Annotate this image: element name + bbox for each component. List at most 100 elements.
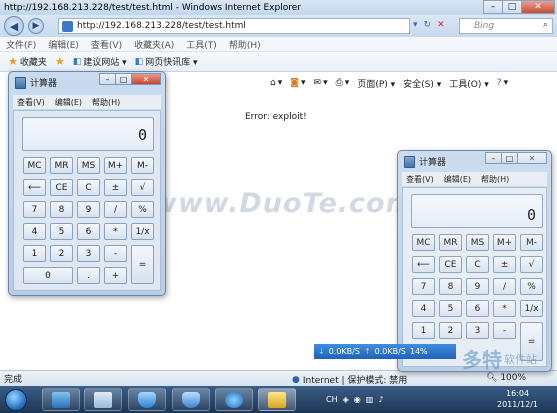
calc-key[interactable]: √	[520, 256, 543, 273]
calc-key[interactable]: 3	[466, 322, 489, 339]
calc-key[interactable]: 8	[50, 201, 73, 218]
calc-key[interactable]: C	[466, 256, 489, 273]
calc-menu-help[interactable]: 帮助(H)	[92, 97, 120, 108]
calc-key[interactable]: CE	[50, 179, 73, 196]
tray-icon-1[interactable]: ◈	[343, 395, 349, 404]
calc-key[interactable]: M-	[520, 234, 543, 251]
calc-key[interactable]: 9	[466, 278, 489, 295]
calc-key[interactable]: MS	[466, 234, 489, 251]
calc-key[interactable]: /	[493, 278, 516, 295]
calc-menu-help[interactable]: 帮助(H)	[481, 174, 509, 185]
calc-key[interactable]: ⟵	[412, 256, 435, 273]
volume-icon[interactable]: ♪	[378, 395, 383, 404]
calc-key[interactable]: M+	[104, 157, 127, 174]
start-button[interactable]	[0, 386, 32, 413]
calc-key[interactable]: 5	[439, 300, 462, 317]
help-button[interactable]: ? ▾	[497, 78, 508, 88]
calc-key[interactable]: M-	[131, 157, 154, 174]
calc-key[interactable]: ⟵	[23, 179, 46, 196]
taskbar-security-app[interactable]	[128, 388, 166, 411]
calc-menu-view[interactable]: 查看(V)	[406, 174, 434, 185]
calc-key[interactable]: 7	[412, 278, 435, 295]
page-menu[interactable]: 页面(P) ▾	[357, 77, 395, 90]
calc-key[interactable]: +	[104, 267, 127, 284]
calculator-window-2[interactable]: 计算器 – □ ✕ 查看(V) 编辑(E) 帮助(H) 0 MC MR MS M+ M-…	[397, 150, 552, 372]
calc-key[interactable]: -	[104, 245, 127, 262]
calc-key[interactable]: -	[493, 322, 516, 339]
taskbar-internet-explorer[interactable]	[215, 388, 253, 411]
menu-edit[interactable]: 编辑(E)	[48, 38, 79, 51]
dropdown-icon[interactable]: ▾	[413, 20, 418, 30]
taskbar-app[interactable]	[84, 388, 122, 411]
taskbar-antivirus[interactable]	[172, 388, 210, 411]
tools-menu[interactable]: 工具(O) ▾	[449, 77, 489, 90]
calc-minimize-button[interactable]: –	[99, 73, 116, 85]
tray-icon-2[interactable]: ◉	[354, 395, 361, 404]
back-button[interactable]: ◀	[4, 16, 24, 36]
calc-key[interactable]: MC	[23, 157, 46, 174]
calc-key[interactable]: 8	[439, 278, 462, 295]
calc-key[interactable]: C	[77, 179, 100, 196]
calc-menu-edit[interactable]: 编辑(E)	[55, 97, 82, 108]
calc-key[interactable]: 4	[412, 300, 435, 317]
calc-key[interactable]: 2	[50, 245, 73, 262]
calc-key[interactable]: 4	[23, 223, 46, 240]
close-button[interactable]: ✕	[521, 0, 555, 14]
menu-favorites[interactable]: 收藏夹(A)	[134, 38, 174, 51]
calc-key[interactable]: 2	[439, 322, 462, 339]
calc-key[interactable]: M+	[493, 234, 516, 251]
menu-help[interactable]: 帮助(H)	[229, 38, 261, 51]
calc-key[interactable]: MC	[412, 234, 435, 251]
calc-key[interactable]: =	[131, 245, 154, 284]
taskbar-media-player[interactable]	[42, 388, 80, 411]
calc-key[interactable]: .	[77, 267, 100, 284]
calc-key[interactable]: %	[520, 278, 543, 295]
calc-key[interactable]: √	[131, 179, 154, 196]
calc-key[interactable]: ±	[493, 256, 516, 273]
calc-minimize-button[interactable]: –	[485, 152, 502, 164]
calc-maximize-button[interactable]: □	[501, 152, 518, 164]
calc-key[interactable]: 1/x	[131, 223, 154, 240]
calc-key[interactable]: 7	[23, 201, 46, 218]
calc-key[interactable]: ±	[104, 179, 127, 196]
add-favorite-icon[interactable]: ★	[55, 55, 65, 68]
calc-key[interactable]: %	[131, 201, 154, 218]
calc-key[interactable]: CE	[439, 256, 462, 273]
forward-button[interactable]: ▶	[28, 18, 44, 34]
home-button[interactable]: ⌂ ▾	[270, 78, 282, 88]
search-input[interactable]: Bing ⌕	[459, 18, 553, 34]
zoom-level[interactable]: 🔍︎ 100%	[486, 373, 526, 383]
calc-key[interactable]: 1	[23, 245, 46, 262]
calc-key[interactable]: MR	[50, 157, 73, 174]
calc-key[interactable]: 9	[77, 201, 100, 218]
calc-key[interactable]: *	[104, 223, 127, 240]
calc-menu-edit[interactable]: 编辑(E)	[444, 174, 471, 185]
calc-key[interactable]: 6	[77, 223, 100, 240]
calc-key[interactable]: MR	[439, 234, 462, 251]
calc-key[interactable]: 1/x	[520, 300, 543, 317]
calc-key[interactable]: 1	[412, 322, 435, 339]
calc-maximize-button[interactable]: □	[115, 73, 132, 85]
search-icon[interactable]: ⌕	[543, 20, 548, 30]
menu-view[interactable]: 查看(V)	[91, 38, 122, 51]
calc-key[interactable]: /	[104, 201, 127, 218]
calc-key[interactable]: 3	[77, 245, 100, 262]
maximize-button[interactable]: □	[502, 0, 522, 14]
calc-menu-view[interactable]: 查看(V)	[17, 97, 45, 108]
web-slice-link[interactable]: ◧ 网页快讯库 ▾	[135, 55, 198, 69]
calculator-window-1[interactable]: 计算器 – □ ✕ 查看(V) 编辑(E) 帮助(H) 0 MC MR MS M+ M-…	[8, 71, 166, 296]
calc-close-button[interactable]: ✕	[517, 152, 547, 164]
minimize-button[interactable]: –	[483, 0, 503, 14]
stop-icon[interactable]: ✕	[437, 20, 445, 30]
menu-tools[interactable]: 工具(T)	[186, 38, 217, 51]
calc-key[interactable]: 6	[466, 300, 489, 317]
mail-button[interactable]: ✉ ▾	[314, 78, 328, 88]
language-indicator[interactable]: CH	[326, 395, 338, 404]
clock[interactable]: 16:04 2011/12/1	[497, 388, 538, 410]
calc-key[interactable]: MS	[77, 157, 100, 174]
calc-close-button[interactable]: ✕	[131, 73, 161, 85]
refresh-icon[interactable]: ↻	[424, 20, 432, 30]
calc-key[interactable]: 0	[23, 267, 73, 284]
feeds-button[interactable]: ◙ ▾	[290, 78, 305, 88]
calc-key[interactable]: 5	[50, 223, 73, 240]
